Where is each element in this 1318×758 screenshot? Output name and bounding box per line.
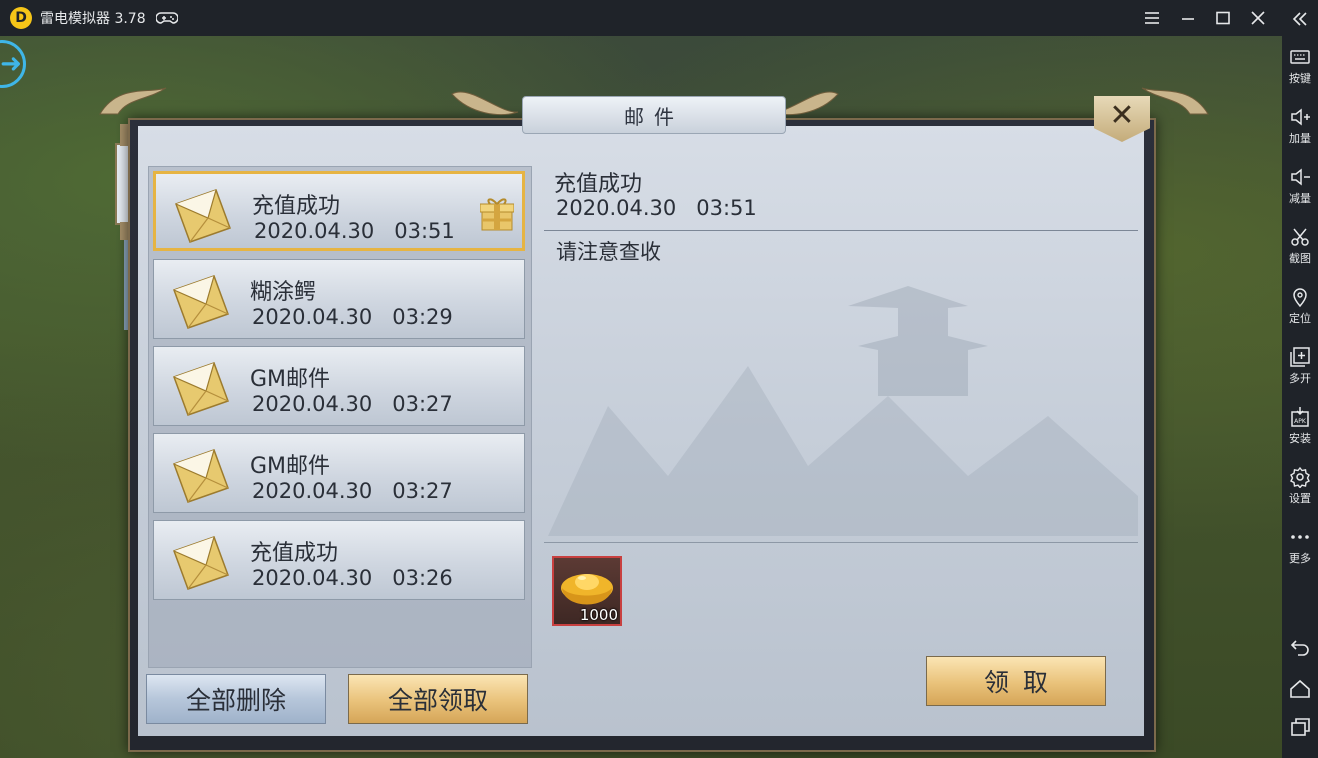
svg-text:APK: APK: [1294, 418, 1307, 425]
mail-dialog: 邮件 ✕ 充值成功 2020.04.30 03:51 糊涂鳄 2020.04.3…: [99, 87, 1209, 752]
multi-instance-icon: [1290, 347, 1310, 367]
maximize-icon[interactable]: [1206, 0, 1240, 36]
mail-list-item[interactable]: 充值成功 2020.04.30 03:26: [153, 520, 525, 600]
sidebar-item-screenshot[interactable]: 截图: [1282, 226, 1318, 266]
mail-datetime: 2020.04.30 03:27: [252, 392, 453, 416]
mail-list-item[interactable]: GM邮件 2020.04.30 03:27: [153, 433, 525, 513]
scissors-icon: [1291, 228, 1309, 246]
mail-title: GM邮件: [250, 367, 331, 392]
envelope-icon: [173, 536, 229, 590]
sidebar-item-label: 按键: [1289, 72, 1311, 85]
game-back-arrow-icon[interactable]: ➜: [0, 40, 26, 88]
sidebar-item-label: 设置: [1289, 492, 1311, 505]
gamepad-icon[interactable]: [155, 10, 178, 26]
volume-down-icon: [1291, 168, 1310, 186]
app-logo-icon: D: [10, 7, 32, 29]
envelope-icon: [175, 189, 231, 243]
mail-dialog-body: 邮件 ✕ 充值成功 2020.04.30 03:51 糊涂鳄 2020.04.3…: [138, 96, 1150, 736]
sidebar-item-settings[interactable]: 设置: [1282, 466, 1318, 506]
mail-detail-datetime: 2020.04.30 03:51: [556, 196, 757, 220]
attachment-slot[interactable]: 1000: [552, 556, 622, 626]
detail-divider: [544, 230, 1138, 231]
back-nav-icon[interactable]: [1282, 636, 1318, 658]
emulator-titlebar: D 雷电模拟器 3.78: [0, 0, 1282, 36]
location-pin-icon: [1293, 288, 1307, 308]
claim-all-button[interactable]: 全部领取: [348, 674, 528, 724]
gift-icon: [480, 198, 514, 231]
mail-list-item[interactable]: GM邮件 2020.04.30 03:27: [153, 346, 525, 426]
apk-install-icon: APK: [1291, 407, 1309, 427]
mail-list-item[interactable]: 糊涂鳄 2020.04.30 03:29: [153, 259, 525, 339]
mail-title: 充值成功: [250, 541, 339, 566]
sidebar-item-install-apk[interactable]: APK 安装: [1282, 406, 1318, 446]
mail-list[interactable]: 充值成功 2020.04.30 03:51 糊涂鳄 2020.04.30 03:…: [148, 166, 532, 668]
envelope-icon: [173, 275, 229, 329]
mail-title: 糊涂鳄: [250, 280, 317, 305]
collapse-toolbar-icon[interactable]: [1282, 8, 1318, 30]
attachment-divider: [544, 542, 1138, 543]
close-window-icon[interactable]: [1241, 0, 1275, 36]
recent-apps-icon[interactable]: [1282, 716, 1318, 738]
emulator-toolbar: 按键 加量 减量 截图 定位 多开 APK 安装 设置 更多: [1282, 0, 1318, 758]
corner-ornament-icon: [99, 87, 167, 115]
sidebar-item-label: 加量: [1289, 132, 1311, 145]
sidebar-item-label: 多开: [1289, 372, 1311, 385]
corner-ornament-icon: [1141, 87, 1209, 115]
envelope-icon: [173, 449, 229, 503]
sidebar-item-label: 安装: [1289, 432, 1311, 445]
sidebar-item-keymap[interactable]: 按键: [1282, 46, 1318, 86]
mail-title: 充值成功: [252, 194, 341, 219]
sidebar-item-multi-instance[interactable]: 多开: [1282, 346, 1318, 386]
claim-button[interactable]: 领取: [926, 656, 1106, 706]
keyboard-icon: [1290, 50, 1310, 64]
mail-datetime: 2020.04.30 03:51: [254, 219, 455, 243]
title-left-ornament-icon: [451, 91, 519, 115]
mail-list-item[interactable]: 充值成功 2020.04.30 03:51: [153, 171, 525, 251]
delete-all-button[interactable]: 全部删除: [146, 674, 326, 724]
sidebar-item-volume-up[interactable]: 加量: [1282, 106, 1318, 146]
volume-up-icon: [1291, 108, 1310, 126]
sidebar-item-label: 定位: [1289, 312, 1311, 325]
dialog-title: 邮件: [522, 96, 786, 134]
more-dots-icon: [1291, 535, 1309, 539]
close-dialog-button[interactable]: ✕: [1094, 96, 1150, 142]
attachment-count: 1000: [579, 606, 618, 624]
gear-icon: [1290, 466, 1310, 488]
sidebar-item-label: 更多: [1289, 552, 1311, 565]
sidebar-item-location[interactable]: 定位: [1282, 286, 1318, 326]
game-viewport: ➜ 邮件 ✕ 充值成功 2020.04.30 03:51 糊涂鳄 2020.04…: [0, 36, 1282, 758]
minimize-icon[interactable]: [1171, 0, 1205, 36]
mail-detail-body: 请注意查收: [556, 240, 661, 264]
menu-icon[interactable]: [1135, 0, 1169, 36]
mail-datetime: 2020.04.30 03:26: [252, 566, 453, 590]
sidebar-item-label: 截图: [1289, 252, 1311, 265]
app-title: 雷电模拟器 3.78: [40, 11, 146, 27]
mail-datetime: 2020.04.30 03:29: [252, 305, 453, 329]
mail-datetime: 2020.04.30 03:27: [252, 479, 453, 503]
pagoda-background-illustration: [548, 286, 1138, 536]
sidebar-item-volume-down[interactable]: 减量: [1282, 166, 1318, 206]
sidebar-item-more[interactable]: 更多: [1282, 526, 1318, 566]
sidebar-item-label: 减量: [1289, 192, 1311, 205]
envelope-icon: [173, 362, 229, 416]
home-nav-icon[interactable]: [1282, 678, 1318, 700]
mail-title: GM邮件: [250, 454, 331, 479]
mail-detail-title: 充值成功: [554, 172, 643, 197]
